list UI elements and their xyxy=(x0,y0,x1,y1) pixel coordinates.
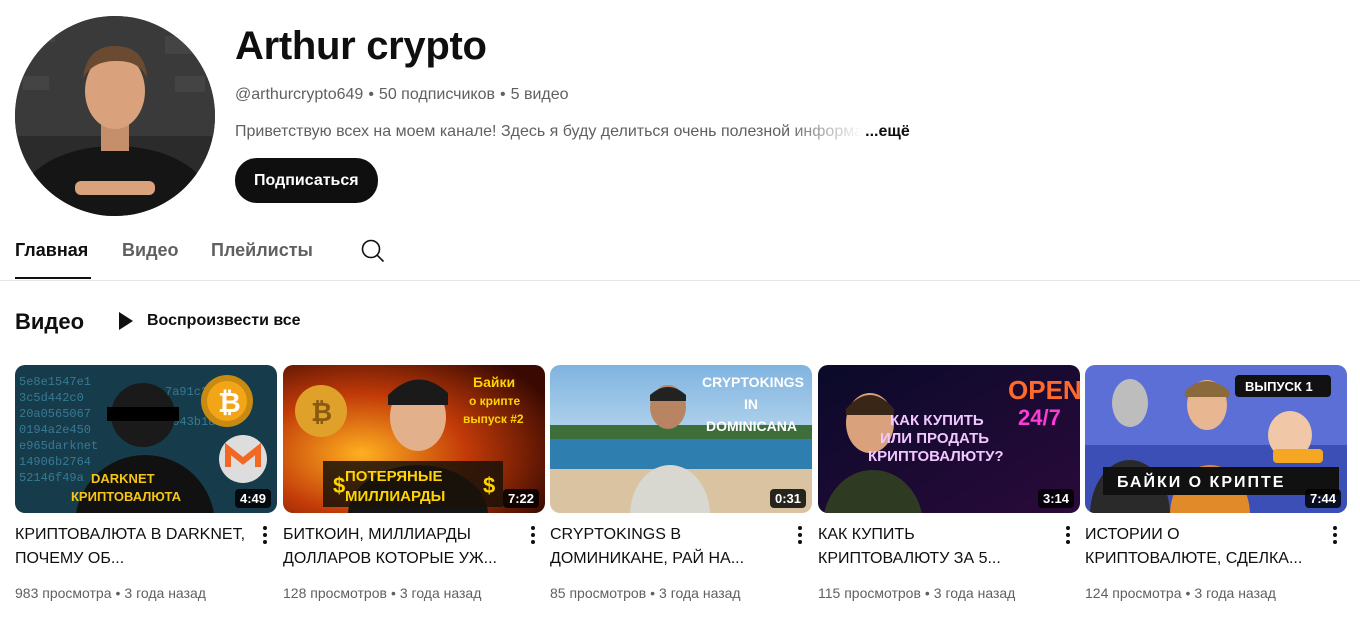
upload-age: 3 года назад xyxy=(399,585,482,601)
meta-separator: • xyxy=(924,585,930,601)
svg-text:$: $ xyxy=(483,473,495,498)
video-title[interactable]: CRYPTOKINGS В ДОМИНИКАНЕ, РАЙ НА... xyxy=(550,523,782,571)
svg-text:0194a2e450: 0194a2e450 xyxy=(19,423,91,437)
play-all-label: Воспроизвести все xyxy=(147,312,301,329)
search-icon[interactable] xyxy=(360,238,386,264)
video-duration: 7:44 xyxy=(1304,489,1341,508)
upload-age: 3 года назад xyxy=(933,585,1016,601)
svg-text:52146f49a: 52146f49a xyxy=(19,471,84,485)
video-thumbnail[interactable]: OPEN 24/7 КАК КУПИТЬ ИЛИ ПРОДАТЬ КРИПТОВ… xyxy=(818,365,1080,513)
video-title[interactable]: БИТКОИН, МИЛЛИАРДЫ ДОЛЛАРОВ КОТОРЫЕ УЖ..… xyxy=(283,523,515,571)
meta-separator: • xyxy=(368,86,374,103)
video-duration: 3:14 xyxy=(1037,489,1074,508)
thumb-text-line: БАЙКИ О КРИПТЕ xyxy=(1117,472,1285,491)
view-count: 124 просмотра xyxy=(1085,585,1182,601)
tab-videos[interactable]: Видео xyxy=(122,240,179,261)
svg-text:e965darknet: e965darknet xyxy=(19,439,98,453)
channel-description[interactable]: Приветствую всех на моем канале! Здесь я… xyxy=(235,123,910,141)
thumb-text-line: CRYPTOKINGS xyxy=(702,374,804,390)
channel-handle: @arthurcrypto649 xyxy=(235,86,364,103)
video-card: CRYPTOKINGS IN DOMINICANA 0:31 CRYPTOKIN… xyxy=(550,365,812,625)
svg-text:₿: ₿ xyxy=(218,387,241,418)
view-count: 115 просмотров xyxy=(818,585,921,601)
active-tab-indicator xyxy=(15,277,91,279)
upload-age: 3 года назад xyxy=(659,585,741,601)
more-vert-icon[interactable] xyxy=(1056,523,1080,547)
video-title[interactable]: КРИПТОВАЛЮТА В DARKNET, ПОЧЕМУ ОБ... xyxy=(15,523,247,571)
thumb-text-line: ВЫПУСК 1 xyxy=(1245,379,1313,394)
video-meta: 128 просмотров • 3 года назад xyxy=(283,585,481,601)
video-meta: 983 просмотра • 3 года назад xyxy=(15,585,206,601)
video-card: 5e8e1547e1 3c5d442c0 20a0565067 0194a2e450… xyxy=(15,365,277,625)
play-all-button[interactable]: Воспроизвести все xyxy=(115,310,301,332)
view-count: 983 просмотра xyxy=(15,585,112,601)
thumb-text-line: МИЛЛИАРДЫ xyxy=(345,488,445,505)
tab-playlists[interactable]: Плейлисты xyxy=(211,240,313,261)
thumb-text-line: КРИПТОВАЛЮТА xyxy=(71,489,182,504)
meta-separator: • xyxy=(390,585,396,601)
thumb-text-line: DARKNET xyxy=(91,471,155,486)
description-more-link[interactable]: ...ещё xyxy=(865,123,910,140)
meta-separator: • xyxy=(650,585,656,601)
thumb-text-line: ПОТЕРЯНЫЕ xyxy=(345,468,443,485)
more-vert-icon[interactable] xyxy=(521,523,545,547)
thumb-text-line: выпуск #2 xyxy=(463,412,524,426)
channel-meta: @arthurcrypto649 • 50 подписчиков • 5 видео xyxy=(235,86,569,104)
video-duration: 7:22 xyxy=(502,489,539,508)
thumb-text-line: ИЛИ ПРОДАТЬ xyxy=(880,430,989,447)
channel-avatar[interactable] xyxy=(15,16,215,216)
more-vert-icon[interactable] xyxy=(788,523,812,547)
meta-separator: • xyxy=(499,86,506,103)
channel-tabs: Главная Видео Плейлисты xyxy=(0,228,1360,281)
section-title: Видео xyxy=(15,309,85,334)
upload-age: 3 года назад xyxy=(124,585,206,601)
thumb-text-line: о крипте xyxy=(469,394,521,408)
upload-age: 3 года назад xyxy=(1194,585,1276,601)
video-duration: 4:49 xyxy=(234,489,271,508)
thumb-text-line: 24/7 xyxy=(1018,405,1061,430)
video-title[interactable]: ИСТОРИИ О КРИПТОВАЛЮТЕ, СДЕЛКА... xyxy=(1085,523,1317,571)
video-thumbnail[interactable]: ₿ Байки о крипте выпуск #2 ПОТЕРЯНЫЕ МИЛ… xyxy=(283,365,545,513)
more-vert-icon[interactable] xyxy=(1323,523,1347,547)
meta-separator: • xyxy=(115,585,121,601)
thumb-text-line: IN xyxy=(744,396,758,412)
svg-text:20a0565067: 20a0565067 xyxy=(19,407,91,421)
video-thumbnail[interactable]: 5e8e1547e1 3c5d442c0 20a0565067 0194a2e450… xyxy=(15,365,277,513)
thumb-text-line: КРИПТОВАЛЮТУ? xyxy=(868,448,1004,465)
video-count: 5 видео xyxy=(510,86,569,103)
video-duration: 0:31 xyxy=(769,489,806,508)
svg-text:₿: ₿ xyxy=(311,397,332,427)
video-title[interactable]: КАК КУПИТЬ КРИПТОВАЛЮТУ ЗА 5... xyxy=(818,523,1050,571)
view-count: 85 просмотров xyxy=(550,585,647,601)
svg-text:5e8e1547e1: 5e8e1547e1 xyxy=(19,375,91,389)
svg-text:3c5d442c0: 3c5d442c0 xyxy=(19,391,84,405)
more-vert-icon[interactable] xyxy=(253,523,277,547)
video-card: OPEN 24/7 КАК КУПИТЬ ИЛИ ПРОДАТЬ КРИПТОВ… xyxy=(818,365,1080,625)
video-card: ВЫПУСК 1 БАЙКИ О КРИПТЕ 7:44 ИСТОРИИ О К… xyxy=(1085,365,1347,625)
view-count: 128 просмотров xyxy=(283,585,387,601)
thumb-text-line: OPEN xyxy=(1008,375,1080,405)
video-meta: 115 просмотров • 3 года назад xyxy=(818,585,1015,601)
svg-text:$: $ xyxy=(333,473,345,498)
svg-text:14906b2764: 14906b2764 xyxy=(19,455,91,469)
video-thumbnail[interactable]: CRYPTOKINGS IN DOMINICANA 0:31 xyxy=(550,365,812,513)
video-meta: 85 просмотров • 3 года назад xyxy=(550,585,741,601)
description-text: Приветствую всех на моем канале! Здесь я… xyxy=(235,123,864,140)
tab-home[interactable]: Главная xyxy=(15,240,88,261)
meta-separator: • xyxy=(1185,585,1191,601)
subscribe-button[interactable]: Подписаться xyxy=(235,158,378,203)
thumb-text-line: Байки xyxy=(473,374,515,390)
thumb-text-line: DOMINICANA xyxy=(706,418,797,434)
thumb-text-line: КАК КУПИТЬ xyxy=(890,412,984,429)
video-thumbnail[interactable]: ВЫПУСК 1 БАЙКИ О КРИПТЕ 7:44 xyxy=(1085,365,1347,513)
channel-title: Arthur crypto xyxy=(235,24,487,68)
video-card: ₿ Байки о крипте выпуск #2 ПОТЕРЯНЫЕ МИЛ… xyxy=(283,365,545,625)
play-icon xyxy=(119,312,133,330)
subscriber-count: 50 подписчиков xyxy=(378,86,495,103)
video-meta: 124 просмотра • 3 года назад xyxy=(1085,585,1276,601)
